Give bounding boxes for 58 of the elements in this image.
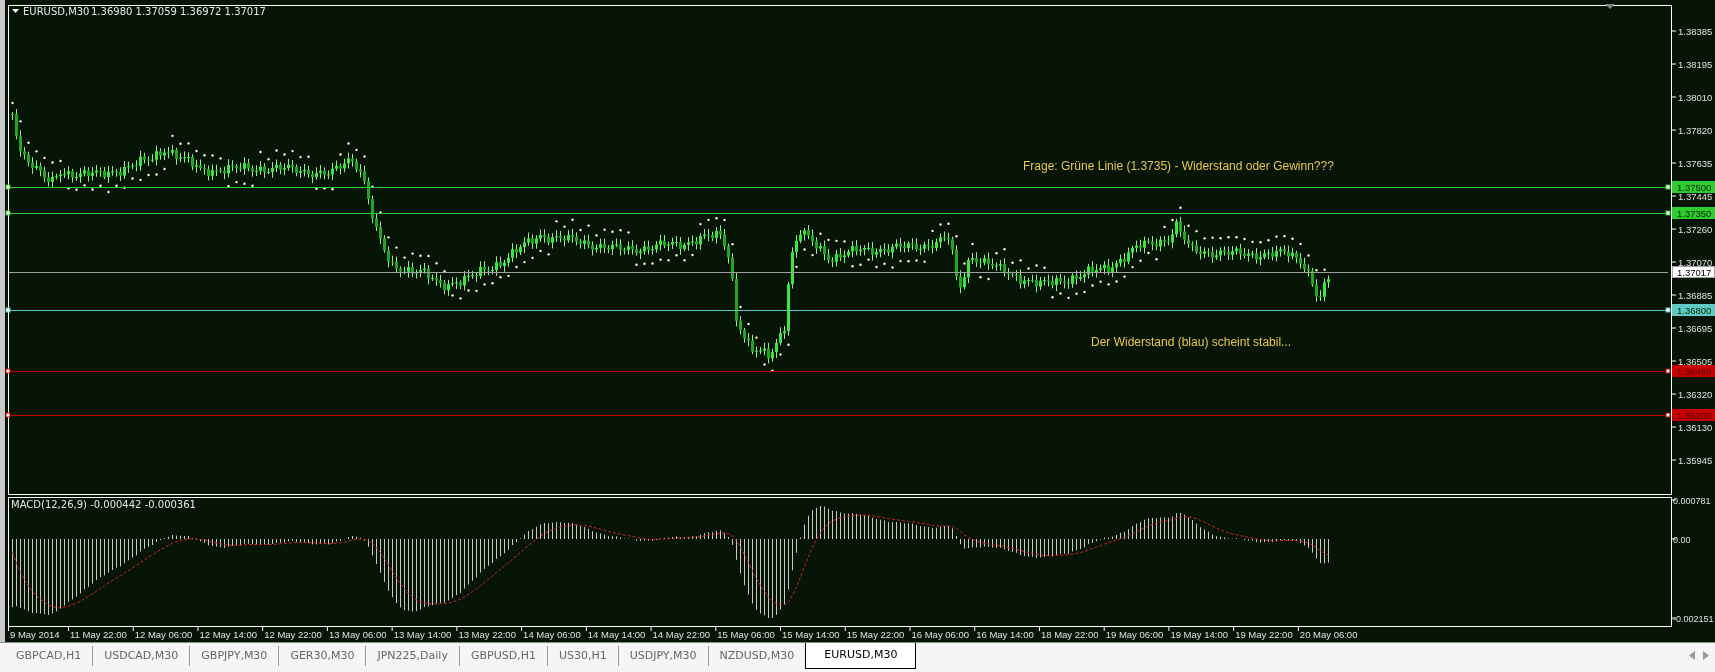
chart-tab[interactable]: EURUSD,M30 xyxy=(805,643,917,669)
chart-tab[interactable]: GBPJPY,M30 xyxy=(190,646,280,666)
chart-tab[interactable]: US30,H1 xyxy=(547,646,619,666)
price-axis-label: 1.37070 xyxy=(1678,257,1713,268)
price-tag: 1.36800 xyxy=(1672,304,1715,316)
ohlc-values: 1.36980 1.37059 1.36972 1.37017 xyxy=(91,6,266,17)
price-axis-label: 1.36130 xyxy=(1678,422,1713,433)
macd-axis-label: 0.00 xyxy=(1673,535,1691,545)
price-tag: 1.37350 xyxy=(1672,207,1715,219)
price-axis-label: 1.37635 xyxy=(1678,158,1713,169)
price-axis-label: 1.38195 xyxy=(1678,59,1713,70)
time-axis-label: 18 May 22:00 xyxy=(1040,629,1099,640)
price-axis-label: 1.36505 xyxy=(1678,356,1713,367)
price-tag: 1.36450 xyxy=(1672,365,1715,377)
price-tag: 1.37500 xyxy=(1672,181,1715,193)
chart-tab[interactable]: GER30,M30 xyxy=(279,646,367,666)
time-axis-label: 14 May 14:00 xyxy=(587,629,646,640)
price-axis-label: 1.36695 xyxy=(1678,323,1713,334)
time-axis-label: 13 May 06:00 xyxy=(328,629,387,640)
chart-tab[interactable]: GBPCAD,H1 xyxy=(5,646,94,666)
chart-tab[interactable]: USDCAD,M30 xyxy=(93,646,191,666)
indicator-label: MACD(12,26,9) -0.000442 -0.000361 xyxy=(11,499,196,510)
time-axis-label: 19 May 22:00 xyxy=(1235,629,1293,640)
chart-tab[interactable]: USDJPY,M30 xyxy=(618,646,709,666)
price-axis-label: 1.38385 xyxy=(1678,26,1713,37)
macd-axis-label: 0.000781 xyxy=(1673,496,1711,506)
time-axis-label: 14 May 06:00 xyxy=(523,629,581,640)
time-axis-label: 13 May 22:00 xyxy=(458,629,516,640)
price-axis-label: 1.35945 xyxy=(1678,455,1713,466)
chart-tab[interactable]: GBPUSD,H1 xyxy=(459,646,548,666)
chart-note: Der Widerstand (blau) scheint stabil... xyxy=(1091,335,1292,349)
time-axis-label: 19 May 14:00 xyxy=(1170,629,1228,640)
price-axis-label: 1.38010 xyxy=(1678,92,1713,103)
time-axis-label: 11 May 22:00 xyxy=(70,629,127,640)
time-axis-label: 15 May 22:00 xyxy=(846,629,905,640)
price-axis-label: 1.36320 xyxy=(1678,389,1713,400)
time-axis-label: 9 May 2014 xyxy=(10,629,60,640)
price-axis-label: 1.37445 xyxy=(1678,191,1713,202)
symbol-label: EURUSD,M30 xyxy=(23,6,90,17)
time-axis-label: 16 May 06:00 xyxy=(911,629,970,640)
price-axis-label: 1.36885 xyxy=(1678,290,1713,301)
time-axis-label: 15 May 06:00 xyxy=(717,629,775,640)
chart-tab[interactable]: JPN225,Daily xyxy=(366,646,460,666)
chart-note: Frage: Grüne Linie (1.3735) - Widerstand oder Gewinn??? xyxy=(1023,159,1334,173)
time-axis-label: 12 May 22:00 xyxy=(264,629,322,640)
time-axis-label: 16 May 14:00 xyxy=(976,629,1034,640)
price-axis-label: 1.37820 xyxy=(1678,125,1713,136)
time-axis-label: 12 May 14:00 xyxy=(199,629,258,640)
price-axis-label: 1.37260 xyxy=(1678,224,1713,235)
time-axis-label: 14 May 22:00 xyxy=(652,629,711,640)
time-axis-label: 13 May 14:00 xyxy=(393,629,452,640)
time-axis-label: 20 May 06:00 xyxy=(1299,629,1358,640)
time-axis-label: 19 May 06:00 xyxy=(1105,629,1164,640)
macd-axis-label: -0.002151 xyxy=(1673,614,1714,624)
time-axis-label: 15 May 14:00 xyxy=(782,629,840,640)
time-axis-label: 12 May 06:00 xyxy=(134,629,193,640)
price-tag: 1.37017 xyxy=(1672,266,1715,278)
price-tag: 1.36200 xyxy=(1672,409,1715,421)
